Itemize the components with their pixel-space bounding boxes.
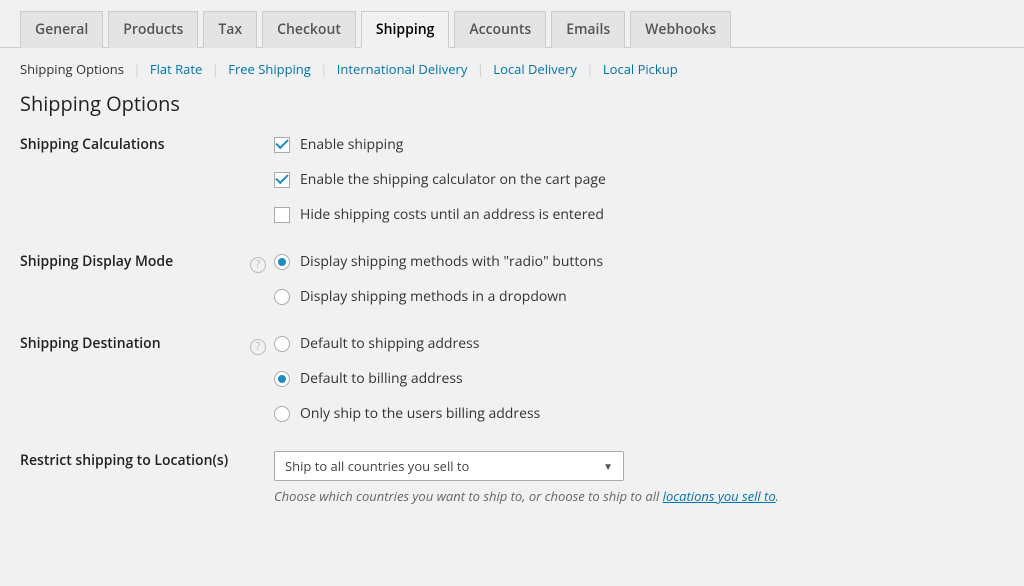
label-display-radio[interactable]: Display shipping methods with "radio" bu…: [300, 252, 603, 271]
select-value: Ship to all countries you sell to: [285, 457, 469, 475]
radio-default-shipping[interactable]: [274, 336, 290, 352]
label-display-mode: Shipping Display Mode: [20, 252, 250, 271]
tab-products[interactable]: Products: [108, 11, 198, 48]
subtab-international-delivery[interactable]: International Delivery: [337, 60, 468, 78]
tab-emails[interactable]: Emails: [551, 11, 625, 48]
tab-shipping[interactable]: Shipping: [361, 11, 449, 48]
checkbox-hide-costs[interactable]: [274, 207, 290, 223]
locations-link[interactable]: locations you sell to: [663, 487, 776, 505]
subtab-flat-rate[interactable]: Flat Rate: [150, 60, 202, 78]
radio-only-billing[interactable]: [274, 406, 290, 422]
radio-default-billing[interactable]: [274, 371, 290, 387]
subtab-free-shipping[interactable]: Free Shipping: [228, 60, 311, 78]
chevron-down-icon: ▼: [603, 459, 613, 473]
label-restrict: Restrict shipping to Location(s): [20, 451, 250, 470]
select-restrict-shipping[interactable]: Ship to all countries you sell to ▼: [274, 451, 624, 481]
main-tabs: General Products Tax Checkout Shipping A…: [0, 10, 1024, 48]
row-display-mode: Shipping Display Mode ? Display shipping…: [0, 252, 1024, 334]
label-enable-calculator[interactable]: Enable the shipping calculator on the ca…: [300, 170, 606, 189]
label-enable-shipping[interactable]: Enable shipping: [300, 135, 403, 154]
tab-webhooks[interactable]: Webhooks: [630, 11, 731, 48]
row-shipping-calculations: Shipping Calculations Enable shipping En…: [0, 135, 1024, 252]
label-display-dropdown[interactable]: Display shipping methods in a dropdown: [300, 287, 567, 306]
checkbox-enable-calculator[interactable]: [274, 172, 290, 188]
radio-display-radio[interactable]: [274, 254, 290, 270]
checkbox-enable-shipping[interactable]: [274, 137, 290, 153]
label-destination: Shipping Destination: [20, 334, 250, 353]
subtab-local-pickup[interactable]: Local Pickup: [603, 60, 678, 78]
sub-tabs: Shipping Options | Flat Rate | Free Ship…: [0, 48, 1024, 90]
label-hide-costs[interactable]: Hide shipping costs until an address is …: [300, 205, 604, 224]
label-only-billing[interactable]: Only ship to the users billing address: [300, 404, 540, 423]
help-icon[interactable]: ?: [250, 257, 266, 273]
row-destination: Shipping Destination ? Default to shippi…: [0, 334, 1024, 451]
radio-display-dropdown[interactable]: [274, 289, 290, 305]
row-restrict: Restrict shipping to Location(s) Ship to…: [0, 451, 1024, 533]
label-shipping-calculations: Shipping Calculations: [20, 135, 250, 154]
label-default-billing[interactable]: Default to billing address: [300, 369, 463, 388]
subtab-local-delivery[interactable]: Local Delivery: [493, 60, 577, 78]
tab-general[interactable]: General: [20, 11, 103, 48]
help-icon[interactable]: ?: [250, 339, 266, 355]
tab-accounts[interactable]: Accounts: [454, 11, 546, 48]
subtab-shipping-options[interactable]: Shipping Options: [20, 60, 124, 78]
section-title: Shipping Options: [0, 90, 1024, 135]
tab-checkout[interactable]: Checkout: [262, 11, 356, 48]
label-default-shipping[interactable]: Default to shipping address: [300, 334, 479, 353]
restrict-description: Choose which countries you want to ship …: [274, 487, 1004, 505]
tab-tax[interactable]: Tax: [203, 11, 257, 48]
